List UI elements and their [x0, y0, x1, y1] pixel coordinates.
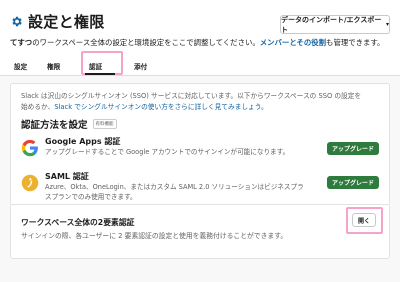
auth-settings-card: Slack は沢山のシングルサインオン (SSO) サービスに対応しています。以…: [10, 83, 390, 206]
tab-attachments[interactable]: 添付: [134, 57, 147, 75]
chevron-down-icon: ▾: [385, 21, 389, 28]
export-label: データのインポート/エクスポート: [281, 15, 382, 34]
two-factor-card: ワークスペース全体の2要素認証 サインインの際、各ユーザーに 2 要素認証の設定…: [10, 204, 390, 259]
page-header: 設定と権限 データのインポート/エクスポート ▾ てすつのワークスペース全体の設…: [0, 0, 400, 75]
page-subtitle: てすつのワークスペース全体の設定と環境設定をここで調整してください。メンバーとそ…: [10, 37, 384, 48]
auth-section-title: 認証方法を設定 有料機能: [21, 117, 117, 131]
tab-label: 権限: [47, 63, 61, 71]
workspace-name: てすつ: [10, 38, 33, 47]
subtitle-text: のワークスペース全体の設定と環境設定をここで調整してください。: [32, 38, 260, 47]
saml-icon: [21, 174, 39, 192]
tab-permissions[interactable]: 権限: [47, 57, 60, 75]
tab-label: 添付: [134, 63, 148, 71]
sso-intro: Slack は沢山のシングルサインオン (SSO) サービスに対応しています。以…: [21, 91, 381, 113]
page-footer-space: [0, 260, 400, 282]
header-divider: [0, 75, 400, 76]
saml-auth-text: SAML 認証 Azure、Okta、OneLogin、またはカスタム SAML…: [45, 171, 305, 202]
two-factor-title: ワークスペース全体の2要素認証: [21, 218, 135, 227]
tab-label: 設定: [14, 63, 28, 71]
subtitle-tail: も管理できます。: [326, 38, 385, 47]
page-title: 設定と権限: [28, 13, 105, 31]
gear-icon: [12, 16, 22, 27]
export-dropdown-button[interactable]: データのインポート/エクスポート ▾: [280, 15, 390, 34]
saml-auth-desc: Azure、Okta、OneLogin、またはカスタム SAML 2.0 ソリュ…: [45, 183, 304, 201]
google-auth-text: Google Apps 認証 アップグレードすることで Google アカウント…: [45, 136, 305, 157]
two-factor-desc: サインインの際、各ユーザーに 2 要素認証の設定と使用を義務付けることができます…: [21, 232, 288, 240]
intro-line-2: 始めるか、: [21, 103, 55, 111]
title-row: 設定と権限: [10, 11, 105, 32]
auth-method-saml: SAML 認証 Azure、Okta、OneLogin、またはカスタム SAML…: [21, 171, 379, 202]
intro-suffix: 。: [261, 103, 268, 111]
paid-feature-badge: 有料機能: [92, 119, 117, 129]
google-upgrade-button[interactable]: アップグレード: [327, 142, 379, 155]
intro-line-1: Slack は沢山のシングルサインオン (SSO) サービスに対応しています。以…: [21, 92, 362, 100]
google-auth-desc: アップグレードすることで Google アカウントでのサインインが可能になります…: [45, 148, 290, 156]
members-roles-link[interactable]: メンバーとその役割: [260, 38, 326, 47]
sso-help-link[interactable]: Slack でシングルサインオンの使い方をさらに詳しく見てみましょう: [54, 103, 261, 111]
active-tab-highlight: [81, 51, 123, 75]
saml-auth-name: SAML 認証: [45, 172, 89, 181]
google-icon: [21, 139, 38, 157]
tab-settings[interactable]: 設定: [14, 57, 27, 75]
auth-method-google: Google Apps 認証 アップグレードすることで Google アカウント…: [21, 136, 379, 157]
two-factor-open-button[interactable]: 開く: [352, 213, 376, 227]
google-auth-name: Google Apps 認証: [45, 137, 121, 146]
section-title-text: 認証方法を設定: [21, 120, 88, 131]
saml-upgrade-button[interactable]: アップグレード: [327, 176, 379, 189]
